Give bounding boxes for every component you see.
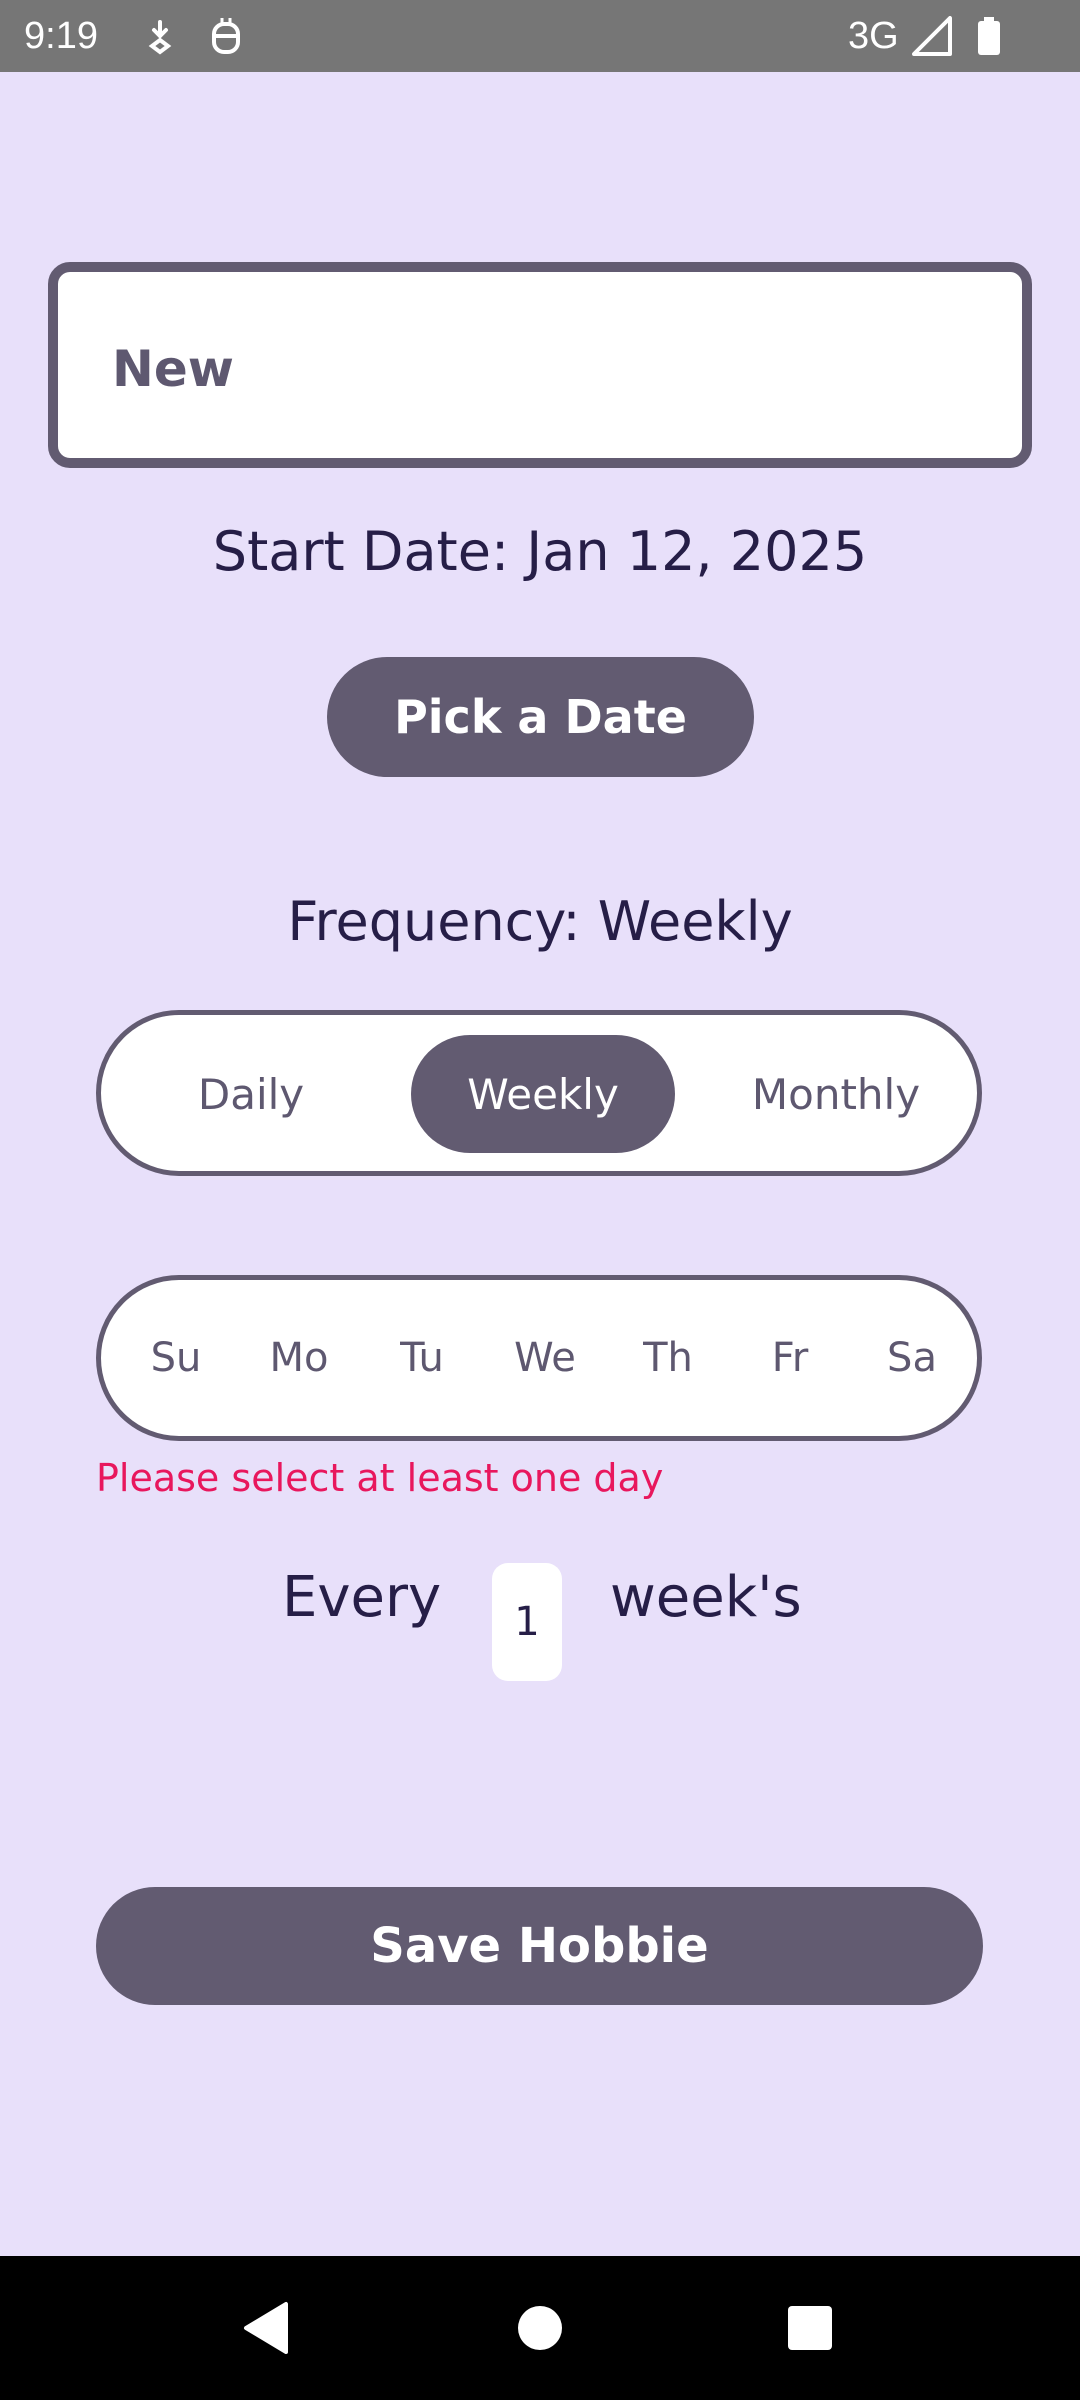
interval-input[interactable]: 1: [492, 1563, 562, 1681]
android-debug-icon: [206, 16, 246, 56]
frequency-option-daily[interactable]: Daily: [141, 1035, 361, 1153]
recents-icon[interactable]: [778, 2296, 842, 2360]
frequency-label: Frequency: Weekly: [287, 890, 793, 953]
back-icon[interactable]: [236, 2296, 300, 2360]
day-selection-error: Please select at least one day: [96, 1456, 664, 1500]
status-time: 9:19: [24, 15, 98, 57]
save-hobby-button[interactable]: Save Hobbie: [96, 1887, 983, 2005]
start-date-label: Start Date: Jan 12, 2025: [212, 520, 868, 583]
frequency-selector: Daily Weekly Monthly: [96, 1010, 982, 1176]
day-monday[interactable]: Mo: [244, 1280, 354, 1436]
frequency-option-monthly[interactable]: Monthly: [721, 1035, 951, 1153]
network-type: 3G: [848, 15, 899, 57]
location-download-icon: [140, 16, 180, 56]
day-saturday[interactable]: Sa: [857, 1280, 967, 1436]
hobby-name-value[interactable]: New: [112, 340, 234, 398]
navigation-bar: [0, 2256, 1080, 2400]
day-sunday[interactable]: Su: [121, 1280, 231, 1436]
day-wednesday[interactable]: We: [490, 1280, 600, 1436]
status-bar: 9:19 3G: [0, 0, 1080, 72]
frequency-option-weekly[interactable]: Weekly: [411, 1035, 675, 1153]
every-label: Every: [282, 1565, 442, 1630]
hobby-name-field[interactable]: New: [48, 262, 1032, 468]
interval-unit-label: week's: [610, 1565, 802, 1630]
day-friday[interactable]: Fr: [735, 1280, 845, 1436]
pick-date-button[interactable]: Pick a Date: [327, 657, 754, 777]
day-picker: Su Mo Tu We Th Fr Sa: [96, 1275, 982, 1441]
battery-icon: [970, 16, 1010, 56]
day-thursday[interactable]: Th: [613, 1280, 723, 1436]
day-tuesday[interactable]: Tu: [367, 1280, 477, 1436]
home-icon[interactable]: [508, 2296, 572, 2360]
signal-icon: [912, 16, 952, 56]
